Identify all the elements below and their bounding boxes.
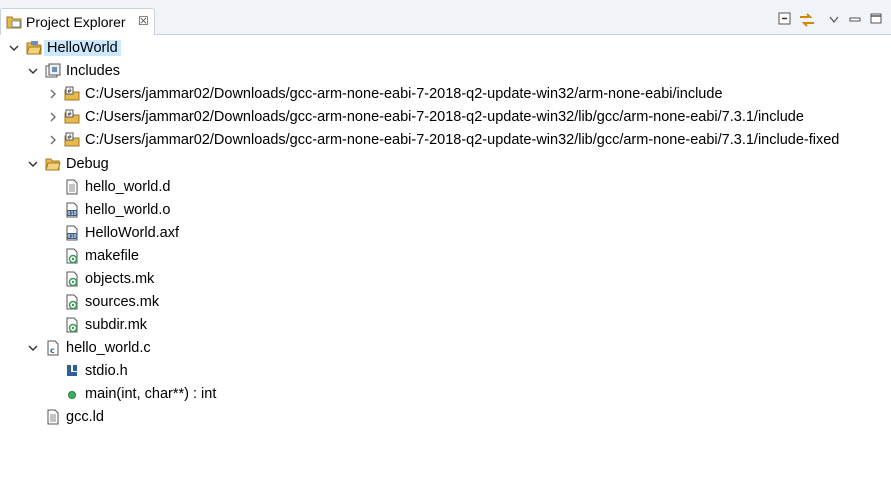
svg-text:#: # bbox=[67, 88, 72, 95]
tree-label: Includes bbox=[66, 63, 121, 79]
tree-label: gcc.ld bbox=[66, 409, 104, 425]
tab-title: Project Explorer bbox=[26, 14, 126, 30]
tree-label: C:/Users/jammar02/Downloads/gcc-arm-none… bbox=[85, 132, 840, 148]
open-folder-icon bbox=[45, 156, 61, 172]
svg-text:c: c bbox=[50, 346, 55, 355]
tree-item-file[interactable]: 010 HelloWorld.axf bbox=[0, 223, 891, 245]
tree-item-file[interactable]: objects.mk bbox=[0, 269, 891, 291]
maximize-icon[interactable] bbox=[870, 12, 882, 28]
makefile-icon bbox=[64, 317, 80, 333]
tree-item-linker-script[interactable]: gcc.ld bbox=[0, 407, 891, 429]
tree-item-include-path[interactable]: # C:/Users/jammar02/Downloads/gcc-arm-no… bbox=[0, 130, 891, 152]
include-folder-icon: # bbox=[64, 132, 80, 148]
tree-item-debug[interactable]: Debug bbox=[0, 154, 891, 176]
tree-label: subdir.mk bbox=[85, 317, 148, 333]
tree-item-file[interactable]: sources.mk bbox=[0, 292, 891, 314]
chevron-right-icon[interactable] bbox=[47, 132, 59, 148]
includes-icon bbox=[45, 63, 61, 79]
collapse-all-icon[interactable] bbox=[778, 12, 792, 28]
tree-item-function[interactable]: main(int, char**) : int bbox=[0, 384, 891, 406]
tree-label: Debug bbox=[66, 156, 109, 172]
tree-item-file[interactable]: 010 hello_world.o bbox=[0, 200, 891, 222]
minimize-icon[interactable] bbox=[849, 12, 861, 28]
chevron-down-icon[interactable] bbox=[27, 63, 39, 79]
tree-label: objects.mk bbox=[85, 271, 155, 287]
binary-file-icon: 010 bbox=[64, 202, 80, 218]
view-tab-bar: Project Explorer ☒ bbox=[0, 0, 891, 35]
project-folder-icon bbox=[26, 40, 42, 56]
include-directive-icon bbox=[64, 363, 80, 379]
tree-label: HelloWorld bbox=[44, 40, 121, 56]
tree-item-include-path[interactable]: # C:/Users/jammar02/Downloads/gcc-arm-no… bbox=[0, 107, 891, 129]
text-file-icon bbox=[45, 409, 61, 425]
tree-item-file[interactable]: subdir.mk bbox=[0, 315, 891, 337]
include-folder-icon: # bbox=[64, 109, 80, 125]
tree-label: C:/Users/jammar02/Downloads/gcc-arm-none… bbox=[85, 86, 723, 102]
tree-label: HelloWorld.axf bbox=[85, 225, 180, 241]
tab-project-explorer[interactable]: Project Explorer ☒ bbox=[0, 8, 155, 35]
chevron-down-icon[interactable] bbox=[27, 156, 39, 172]
tree-item-source[interactable]: c hello_world.c bbox=[0, 338, 891, 360]
tree-item-include[interactable]: stdio.h bbox=[0, 361, 891, 383]
binary-file-icon: 010 bbox=[64, 225, 80, 241]
makefile-icon bbox=[64, 271, 80, 287]
tree-label: hello_world.o bbox=[85, 202, 171, 218]
tree-item-file[interactable]: hello_world.d bbox=[0, 177, 891, 199]
tree-item-project[interactable]: HelloWorld bbox=[0, 38, 891, 60]
c-source-file-icon: c bbox=[45, 340, 61, 356]
text-file-icon bbox=[64, 179, 80, 195]
chevron-down-icon[interactable] bbox=[8, 40, 20, 56]
makefile-icon bbox=[64, 248, 80, 264]
link-with-editor-icon[interactable] bbox=[798, 12, 816, 28]
project-explorer-icon bbox=[6, 14, 22, 33]
svg-text:010: 010 bbox=[68, 234, 77, 240]
svg-text:#: # bbox=[67, 134, 72, 141]
tree-label: sources.mk bbox=[85, 294, 160, 310]
include-folder-icon: # bbox=[64, 86, 80, 102]
chevron-right-icon[interactable] bbox=[47, 109, 59, 125]
svg-text:#: # bbox=[67, 111, 72, 118]
function-icon bbox=[64, 386, 80, 402]
tree-item-file[interactable]: makefile bbox=[0, 246, 891, 268]
tree-label: makefile bbox=[85, 248, 139, 264]
chevron-down-icon[interactable] bbox=[27, 340, 39, 356]
tree-label: hello_world.d bbox=[85, 179, 171, 195]
tree-label: main(int, char**) : int bbox=[85, 386, 217, 402]
chevron-right-icon[interactable] bbox=[47, 86, 59, 102]
makefile-icon bbox=[64, 294, 80, 310]
view-menu-icon[interactable] bbox=[829, 12, 839, 28]
tree-label: hello_world.c bbox=[66, 340, 151, 356]
tree-label: C:/Users/jammar02/Downloads/gcc-arm-none… bbox=[85, 109, 804, 125]
close-icon[interactable]: ☒ bbox=[138, 14, 149, 28]
tree-item-include-path[interactable]: # C:/Users/jammar02/Downloads/gcc-arm-no… bbox=[0, 84, 891, 106]
svg-text:010: 010 bbox=[68, 211, 77, 217]
tree-item-includes[interactable]: Includes bbox=[0, 61, 891, 83]
tree-label: stdio.h bbox=[85, 363, 128, 379]
